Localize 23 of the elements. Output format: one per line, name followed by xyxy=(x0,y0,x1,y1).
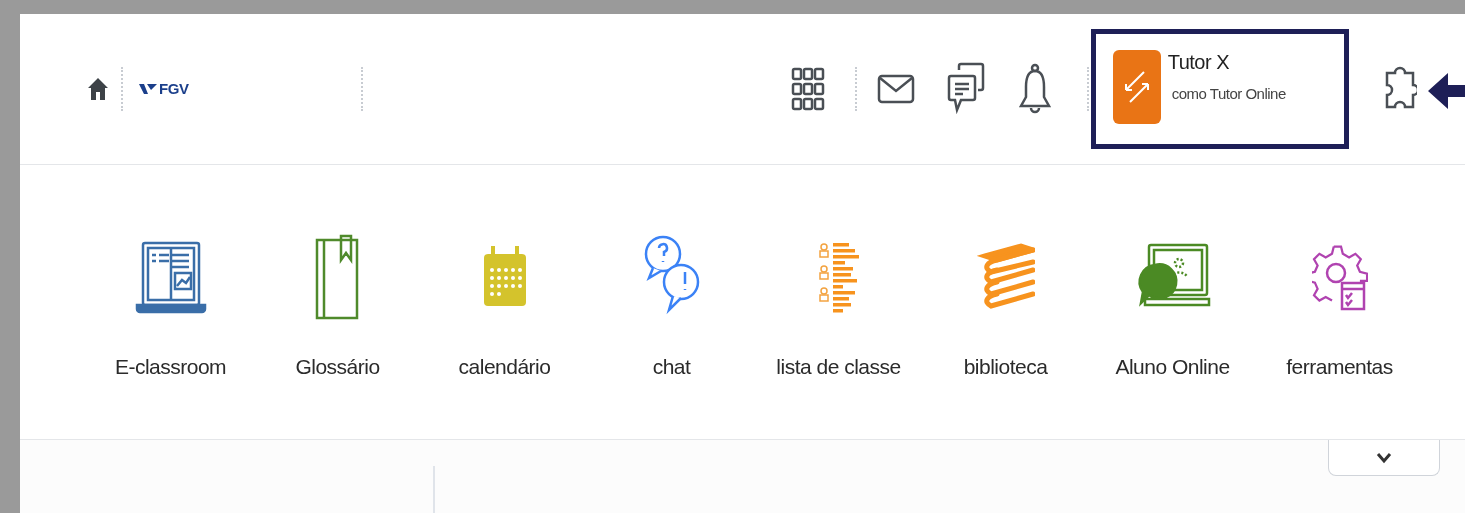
laptop-icon xyxy=(134,239,207,315)
user-profile-menu[interactable]: Tutor X como Tutor Online xyxy=(1090,29,1349,149)
book-icon xyxy=(314,232,361,322)
class-list-icon xyxy=(818,241,859,313)
fgv-logo[interactable]: FGV xyxy=(139,77,189,101)
messages-icon[interactable] xyxy=(946,62,985,116)
app-grid-icon[interactable] xyxy=(790,66,825,112)
user-name: Tutor X xyxy=(1167,50,1231,74)
chevron-down-icon xyxy=(1376,451,1392,464)
books-stack-icon xyxy=(976,242,1035,312)
mail-icon[interactable] xyxy=(876,74,915,104)
tool-link[interactable]: calendário xyxy=(421,165,588,439)
bell-icon[interactable] xyxy=(1018,62,1051,116)
tool-link[interactable]: ferramentas xyxy=(1256,165,1423,439)
tool-link[interactable]: lista de classe xyxy=(755,165,922,439)
tool-link[interactable]: chat xyxy=(588,165,755,439)
tool-link[interactable]: biblioteca xyxy=(922,165,1089,439)
home-icon[interactable] xyxy=(87,77,109,101)
user-role: como Tutor Online xyxy=(1171,84,1286,104)
tool-link[interactable]: Glossário xyxy=(254,165,421,439)
annotation-arrow xyxy=(1428,71,1465,111)
tool-link[interactable]: Aluno Online xyxy=(1089,165,1256,439)
tool-link[interactable]: E-classroom xyxy=(87,165,254,439)
